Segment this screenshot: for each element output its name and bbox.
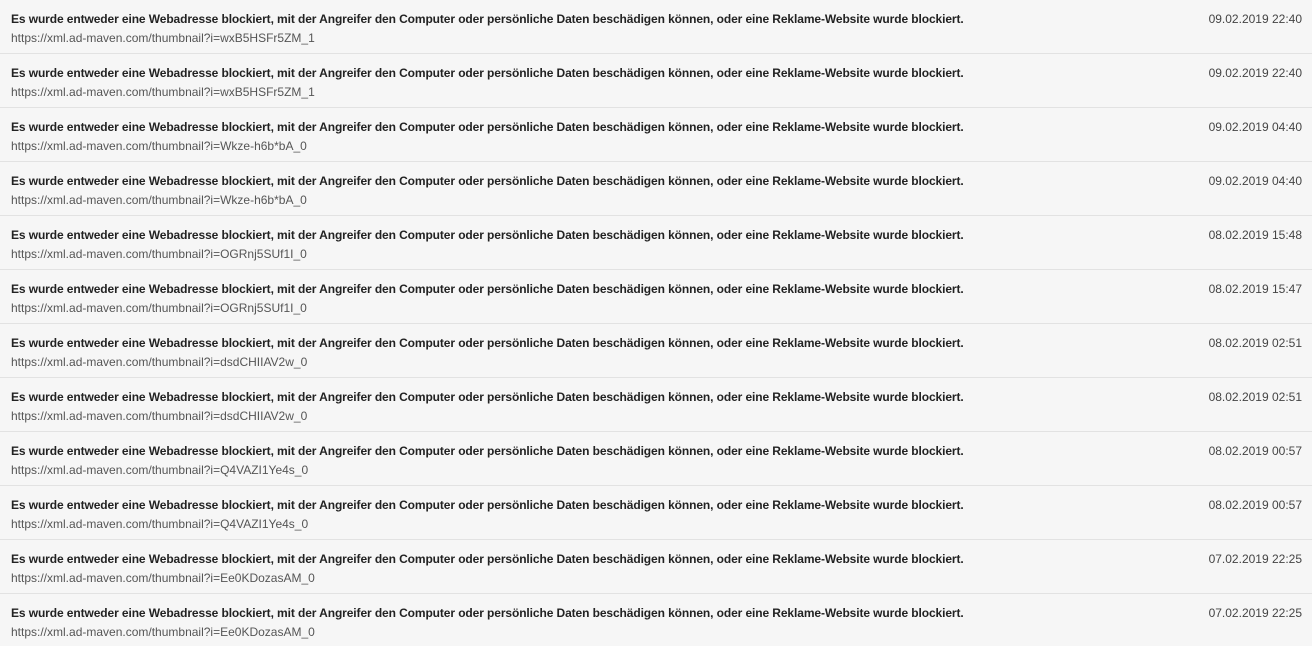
log-entry-message: Es wurde entweder eine Webadresse blocki… xyxy=(11,12,964,26)
log-entry-timestamp: 08.02.2019 15:48 xyxy=(1208,228,1302,242)
log-entry-message: Es wurde entweder eine Webadresse blocki… xyxy=(11,606,964,620)
log-entry-message: Es wurde entweder eine Webadresse blocki… xyxy=(11,498,964,512)
log-entry[interactable]: Es wurde entweder eine Webadresse blocki… xyxy=(0,54,1312,108)
log-entry-url: https://xml.ad-maven.com/thumbnail?i=Q4V… xyxy=(11,517,309,531)
log-entry[interactable]: Es wurde entweder eine Webadresse blocki… xyxy=(0,216,1312,270)
log-entry-url: https://xml.ad-maven.com/thumbnail?i=wxB… xyxy=(11,85,315,99)
log-entry[interactable]: Es wurde entweder eine Webadresse blocki… xyxy=(0,486,1312,540)
log-entry-url: https://xml.ad-maven.com/thumbnail?i=Ee0… xyxy=(11,625,315,639)
log-entry-message: Es wurde entweder eine Webadresse blocki… xyxy=(11,282,964,296)
log-entry[interactable]: Es wurde entweder eine Webadresse blocki… xyxy=(0,108,1312,162)
log-entry-url: https://xml.ad-maven.com/thumbnail?i=Wkz… xyxy=(11,193,307,207)
log-entry[interactable]: Es wurde entweder eine Webadresse blocki… xyxy=(0,324,1312,378)
log-entry[interactable]: Es wurde entweder eine Webadresse blocki… xyxy=(0,594,1312,646)
log-entry-url: https://xml.ad-maven.com/thumbnail?i=Ee0… xyxy=(11,571,315,585)
log-entry-message: Es wurde entweder eine Webadresse blocki… xyxy=(11,336,964,350)
blocked-urls-log-list: Es wurde entweder eine Webadresse blocki… xyxy=(0,0,1312,646)
log-entry-timestamp: 09.02.2019 04:40 xyxy=(1208,174,1302,188)
log-entry-message: Es wurde entweder eine Webadresse blocki… xyxy=(11,66,964,80)
log-entry-url: https://xml.ad-maven.com/thumbnail?i=OGR… xyxy=(11,301,307,315)
log-entry-url: https://xml.ad-maven.com/thumbnail?i=wxB… xyxy=(11,31,315,45)
log-entry-timestamp: 08.02.2019 02:51 xyxy=(1208,336,1302,350)
log-entry-message: Es wurde entweder eine Webadresse blocki… xyxy=(11,174,964,188)
log-entry-message: Es wurde entweder eine Webadresse blocki… xyxy=(11,552,964,566)
log-entry-timestamp: 09.02.2019 04:40 xyxy=(1208,120,1302,134)
log-entry[interactable]: Es wurde entweder eine Webadresse blocki… xyxy=(0,378,1312,432)
log-entry[interactable]: Es wurde entweder eine Webadresse blocki… xyxy=(0,162,1312,216)
log-entry-timestamp: 08.02.2019 00:57 xyxy=(1208,444,1302,458)
log-entry-timestamp: 08.02.2019 00:57 xyxy=(1208,498,1302,512)
log-entry-url: https://xml.ad-maven.com/thumbnail?i=dsd… xyxy=(11,355,308,369)
log-entry[interactable]: Es wurde entweder eine Webadresse blocki… xyxy=(0,270,1312,324)
log-entry-timestamp: 07.02.2019 22:25 xyxy=(1208,606,1302,620)
log-entry-timestamp: 09.02.2019 22:40 xyxy=(1208,12,1302,26)
log-entry-message: Es wurde entweder eine Webadresse blocki… xyxy=(11,444,964,458)
log-entry-url: https://xml.ad-maven.com/thumbnail?i=OGR… xyxy=(11,247,307,261)
log-entry-message: Es wurde entweder eine Webadresse blocki… xyxy=(11,120,964,134)
log-entry-url: https://xml.ad-maven.com/thumbnail?i=Wkz… xyxy=(11,139,307,153)
log-entry-message: Es wurde entweder eine Webadresse blocki… xyxy=(11,228,964,242)
log-entry-url: https://xml.ad-maven.com/thumbnail?i=dsd… xyxy=(11,409,308,423)
log-entry[interactable]: Es wurde entweder eine Webadresse blocki… xyxy=(0,432,1312,486)
log-entry[interactable]: Es wurde entweder eine Webadresse blocki… xyxy=(0,0,1312,54)
log-entry-timestamp: 09.02.2019 22:40 xyxy=(1208,66,1302,80)
log-entry-timestamp: 08.02.2019 02:51 xyxy=(1208,390,1302,404)
log-entry-timestamp: 07.02.2019 22:25 xyxy=(1208,552,1302,566)
log-entry-message: Es wurde entweder eine Webadresse blocki… xyxy=(11,390,964,404)
log-entry-url: https://xml.ad-maven.com/thumbnail?i=Q4V… xyxy=(11,463,309,477)
log-entry[interactable]: Es wurde entweder eine Webadresse blocki… xyxy=(0,540,1312,594)
log-entry-timestamp: 08.02.2019 15:47 xyxy=(1208,282,1302,296)
